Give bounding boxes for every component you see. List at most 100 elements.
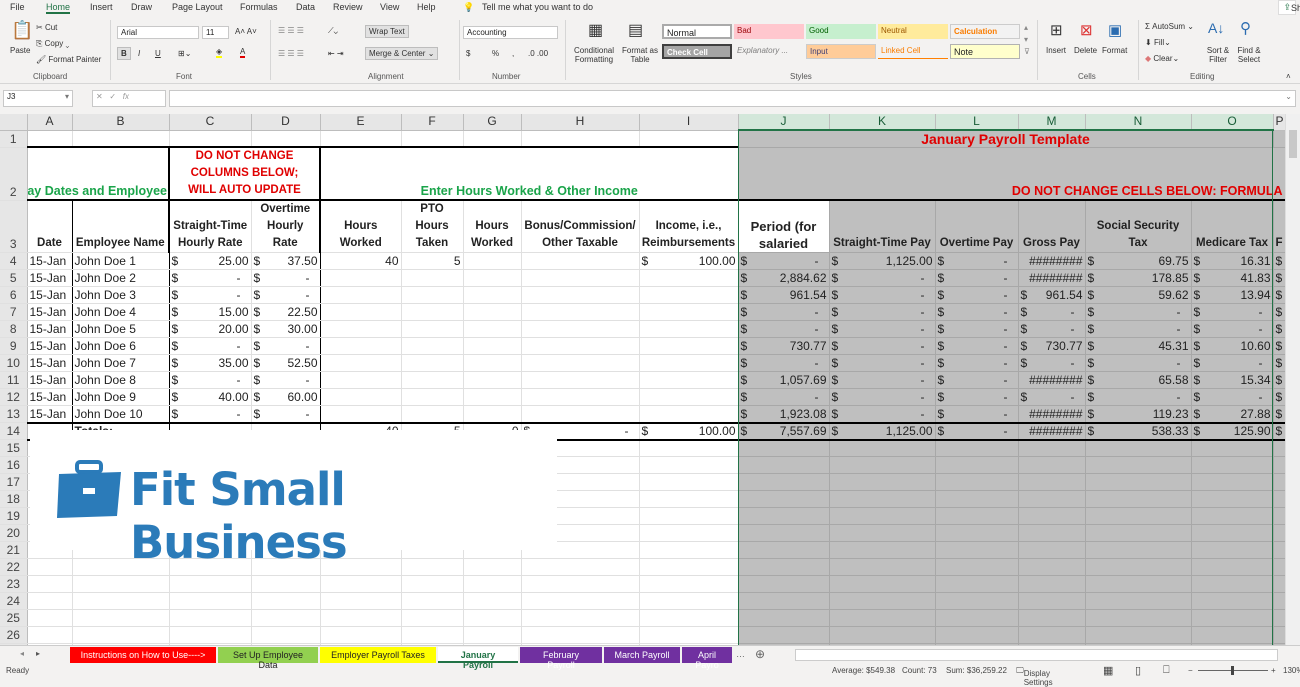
cell[interactable]: $- <box>169 286 252 304</box>
cell[interactable]: $37.50 <box>251 252 321 270</box>
cell[interactable] <box>1085 524 1192 542</box>
column-header-P[interactable]: P <box>1273 114 1285 131</box>
cell[interactable] <box>1018 456 1086 474</box>
cell[interactable] <box>738 592 830 610</box>
cell[interactable]: $- <box>935 320 1019 338</box>
cell[interactable] <box>521 575 640 593</box>
cell[interactable] <box>738 507 830 525</box>
column-heading[interactable]: Overtime Hourly Rate <box>251 199 321 253</box>
cell[interactable] <box>738 439 830 457</box>
cell[interactable]: $- <box>1085 354 1192 372</box>
enter-hours-header[interactable]: Enter Hours Worked & Other Income <box>320 147 739 201</box>
row-header[interactable]: 26 <box>0 626 28 644</box>
column-header-O[interactable]: O <box>1191 114 1274 131</box>
cell[interactable]: $- <box>935 252 1019 270</box>
cell[interactable] <box>320 405 402 423</box>
cell[interactable] <box>27 609 73 627</box>
cell[interactable] <box>251 609 321 627</box>
cell[interactable]: $- <box>251 371 321 389</box>
cell[interactable] <box>829 490 936 508</box>
cell[interactable]: $- <box>1018 388 1086 406</box>
font-name-select[interactable]: Arial <box>117 26 199 39</box>
font-size-select[interactable]: 11 <box>202 26 229 39</box>
cell[interactable] <box>829 541 936 559</box>
cell[interactable] <box>521 269 640 287</box>
cell[interactable] <box>738 575 830 593</box>
style-normal[interactable]: Normal <box>662 24 732 39</box>
cell[interactable]: $- <box>935 371 1019 389</box>
currency-button[interactable]: $ <box>466 49 470 58</box>
display-settings-button[interactable]: 🖵 Display Settings <box>1016 666 1053 687</box>
cell[interactable] <box>463 626 522 644</box>
cell[interactable] <box>251 592 321 610</box>
row-header[interactable]: 20 <box>0 524 28 542</box>
cell[interactable] <box>169 626 252 644</box>
cell[interactable] <box>1273 575 1285 593</box>
cell[interactable]: 40 <box>320 252 402 270</box>
cell[interactable] <box>401 337 464 355</box>
cell[interactable] <box>463 269 522 287</box>
column-heading[interactable]: Period (for salaried <box>738 199 830 253</box>
cell[interactable] <box>1085 592 1192 610</box>
cell[interactable] <box>1273 524 1285 542</box>
cell[interactable] <box>1191 541 1274 559</box>
add-sheet-icon[interactable]: ⊕ <box>755 647 765 661</box>
format-button[interactable]: Format <box>1102 46 1127 55</box>
cell[interactable] <box>1085 473 1192 491</box>
cell[interactable] <box>738 626 830 644</box>
cell[interactable] <box>463 609 522 627</box>
cell[interactable] <box>251 626 321 644</box>
row-header[interactable]: 13 <box>0 405 28 423</box>
cell[interactable] <box>463 592 522 610</box>
cell[interactable]: $- <box>935 337 1019 355</box>
sheet-tab[interactable]: Employer Payroll Taxes <box>320 647 436 663</box>
row-header[interactable]: 5 <box>0 269 28 287</box>
cell[interactable]: $- <box>829 354 936 372</box>
cell[interactable] <box>169 130 252 148</box>
column-header-E[interactable]: E <box>320 114 402 131</box>
cell[interactable]: ######## <box>1018 421 1086 441</box>
cell[interactable] <box>738 541 830 559</box>
cell[interactable] <box>1273 490 1285 508</box>
column-heading[interactable]: F <box>1273 199 1285 253</box>
cell[interactable]: John Doe 1 <box>72 252 170 270</box>
cell[interactable]: $45.31 <box>1085 337 1192 355</box>
cell[interactable] <box>639 626 739 644</box>
row-header[interactable]: 19 <box>0 507 28 525</box>
cell[interactable]: $730.77 <box>1018 337 1086 355</box>
cell[interactable]: $ <box>1273 337 1285 355</box>
style-input[interactable]: Input <box>806 44 876 59</box>
cell[interactable] <box>27 130 73 148</box>
cell[interactable]: $- <box>1085 388 1192 406</box>
format-cells-icon[interactable]: ▣ <box>1108 21 1122 39</box>
cell[interactable] <box>320 626 402 644</box>
cell[interactable] <box>72 575 170 593</box>
cell[interactable]: 15-Jan <box>27 371 73 389</box>
cell[interactable] <box>639 456 739 474</box>
column-header-C[interactable]: C <box>169 114 252 131</box>
cell[interactable]: $119.23 <box>1085 405 1192 423</box>
cell[interactable]: $ <box>1273 388 1285 406</box>
format-table-icon[interactable]: ▤ <box>628 20 643 40</box>
column-heading[interactable]: Hours Worked <box>463 199 522 253</box>
cell[interactable]: $- <box>251 405 321 423</box>
row-header[interactable]: 10 <box>0 354 28 372</box>
cell[interactable] <box>521 320 640 338</box>
sheet-tab[interactable]: April Payro <box>682 647 732 670</box>
cell[interactable] <box>1273 558 1285 576</box>
cell[interactable] <box>1085 456 1192 474</box>
style-neutral[interactable]: Neutral <box>878 24 948 39</box>
cell[interactable]: $- <box>251 286 321 304</box>
cell[interactable]: $178.85 <box>1085 269 1192 287</box>
cell[interactable] <box>521 626 640 644</box>
cell[interactable]: John Doe 5 <box>72 320 170 338</box>
indent-icons[interactable]: ⇤ ⇥ <box>328 49 344 58</box>
cell[interactable]: ######## <box>1018 371 1086 389</box>
styles-scroll-icon[interactable]: ▴ ▾ ⊽ <box>1024 22 1030 58</box>
format-as-table-button[interactable]: Format as Table <box>620 46 660 64</box>
tab-file[interactable]: File <box>10 2 25 12</box>
cell[interactable]: 15-Jan <box>27 354 73 372</box>
cell[interactable] <box>401 626 464 644</box>
cell[interactable] <box>320 575 402 593</box>
cell[interactable] <box>639 490 739 508</box>
